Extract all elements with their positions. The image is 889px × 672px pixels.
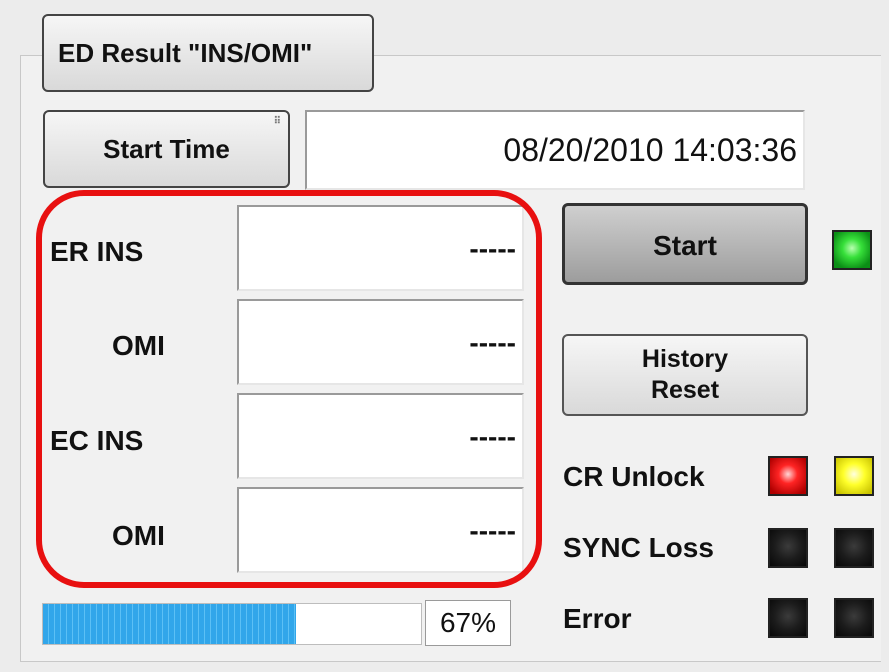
start-time-display: 08/20/2010 14:03:36 [305, 110, 805, 190]
start-time-value: 08/20/2010 14:03:36 [503, 131, 797, 168]
er-ins-field: ----- [237, 205, 524, 291]
start-button-label: Start [653, 230, 717, 261]
ec-ins-value: ----- [469, 421, 516, 452]
ed-result-tab-label: ED Result "INS/OMI" [58, 37, 313, 68]
error-led2-icon [834, 598, 874, 638]
history-reset-label: History Reset [642, 344, 728, 407]
cr-unlock-label: CR Unlock [563, 461, 705, 492]
er-omi-value: ----- [469, 327, 516, 358]
sync-loss-label: SYNC Loss [563, 532, 714, 563]
er-ins-value: ----- [469, 233, 516, 264]
history-reset-button[interactable]: History Reset [562, 334, 808, 416]
progress-percent-text: 67% [439, 607, 497, 638]
error-label: Error [563, 603, 632, 634]
er-omi-field: ----- [237, 299, 524, 385]
history-reset-line1: History [641, 344, 729, 373]
ed-result-tab-button[interactable]: ED Result "INS/OMI" [42, 14, 374, 92]
sync-loss-led1-icon [768, 528, 808, 568]
start-time-button[interactable]: Start Time ⠿ [43, 110, 290, 188]
ec-omi-label: OMI [112, 520, 165, 551]
start-button[interactable]: Start [562, 203, 808, 285]
resize-grip-icon: ⠿ [273, 116, 281, 127]
start-time-button-label: Start Time [103, 133, 230, 164]
error-led1-icon [768, 598, 808, 638]
ec-ins-label: EC INS [50, 425, 144, 456]
progress-percent-box: 67% [425, 600, 511, 646]
cr-unlock-led-red-icon [768, 456, 808, 496]
progress-bar-fill [43, 604, 297, 644]
er-omi-label: OMI [112, 330, 165, 361]
ec-omi-value: ----- [469, 515, 516, 546]
running-led-icon [832, 230, 872, 270]
ec-ins-field: ----- [237, 393, 524, 479]
ec-omi-field: ----- [237, 487, 524, 573]
progress-bar [42, 603, 422, 645]
er-ins-label: ER INS [50, 236, 144, 267]
sync-loss-led2-icon [834, 528, 874, 568]
cr-unlock-led-yellow-icon [834, 456, 874, 496]
history-reset-line2: Reset [650, 376, 720, 404]
